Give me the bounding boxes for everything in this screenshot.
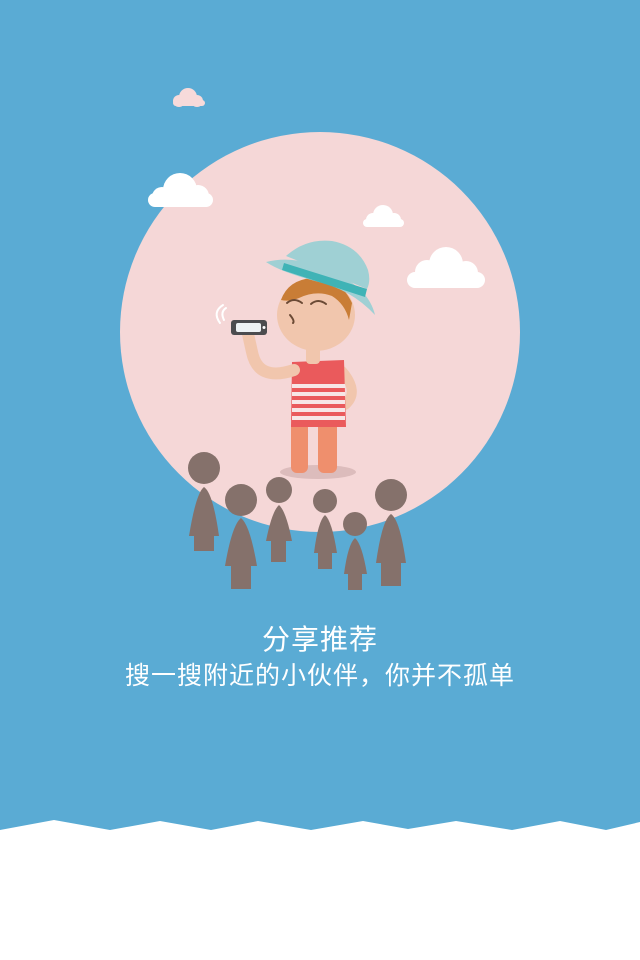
person-figure <box>225 484 257 589</box>
page-subtitle: 搜一搜附近的小伙伴，你并不孤单 <box>124 661 515 690</box>
cloud-small-icon <box>173 88 205 107</box>
person-figure <box>343 512 367 590</box>
bottom-wave-panel <box>0 820 640 960</box>
page-title: 分享推荐 <box>261 623 378 656</box>
onboarding-screen: 分享推荐 搜一搜附近的小伙伴，你并不孤单 <box>0 0 640 960</box>
smartphone-icon <box>231 320 267 335</box>
person-figure <box>375 479 407 586</box>
share-illustration <box>120 88 520 590</box>
